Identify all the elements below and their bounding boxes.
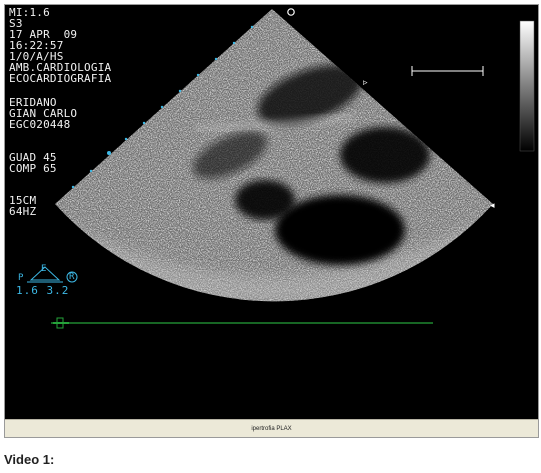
video-status-bar: ipertrofia PLAX bbox=[5, 419, 538, 437]
scale-bracket-icon bbox=[411, 66, 484, 76]
frequency-values: 1.6 3.2 bbox=[16, 284, 70, 297]
frequency-p-label: P bbox=[18, 273, 24, 283]
department-line-2: ECOCARDIOGRAFIA bbox=[9, 72, 112, 85]
frame-rate: 64HZ bbox=[9, 205, 37, 218]
grayscale-bar bbox=[519, 20, 535, 152]
frequency-e-label: E bbox=[41, 264, 47, 274]
ultrasound-frame: ▹ ◂ MI:1.6 S3 17 APR 09 16:22:57 1/0/A/H… bbox=[4, 4, 539, 438]
orientation-marker-icon bbox=[287, 8, 295, 16]
frequency-r-label: R bbox=[69, 272, 75, 282]
focus-marker-icon: ▹ bbox=[363, 78, 368, 88]
compression-setting: COMP 65 bbox=[9, 162, 57, 175]
patient-id: EGC020448 bbox=[9, 118, 71, 131]
figure-caption: Video 1: bbox=[4, 452, 55, 467]
ecg-trace bbox=[51, 317, 433, 329]
depth-arrow-icon: ◂ bbox=[490, 201, 495, 211]
